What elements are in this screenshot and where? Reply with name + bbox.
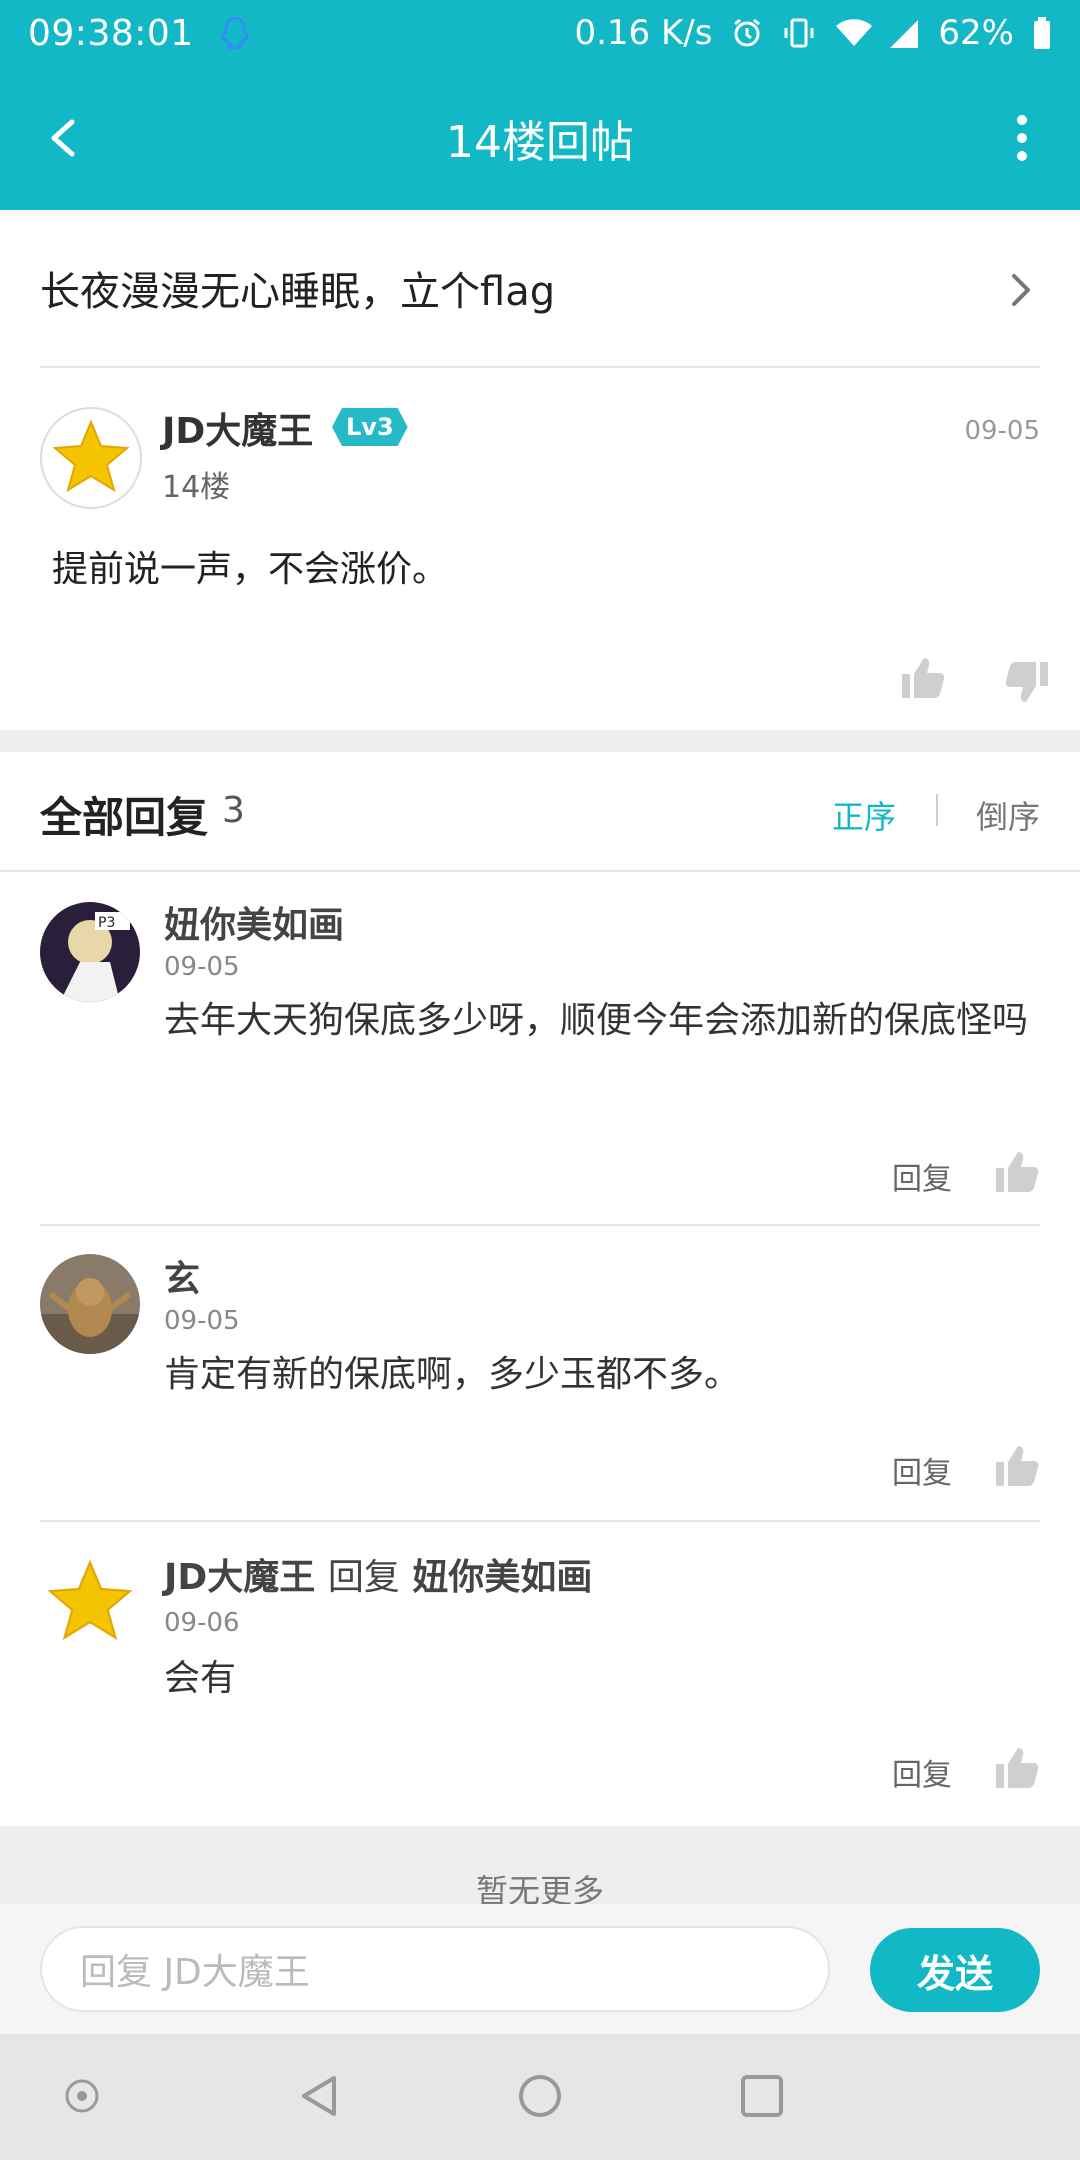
star-icon <box>47 1559 133 1644</box>
avatar[interactable] <box>40 1254 140 1354</box>
post-floor: 14楼 <box>162 470 231 505</box>
thread-title: 长夜漫漫无心睡眠，立个flag <box>40 269 556 315</box>
reply-content: 肯定有新的保底啊，多少玉都不多。 <box>164 1354 741 1395</box>
reply-author-line: JD大魔王 回复 妞你美如画 <box>164 1548 592 1600</box>
avatar[interactable] <box>40 407 142 509</box>
chevron-right-icon <box>1004 270 1036 310</box>
divider <box>0 870 1080 872</box>
signal-icon <box>886 16 920 50</box>
reply-content: 会有 <box>164 1658 237 1699</box>
nav-home-icon[interactable] <box>516 2072 564 2120</box>
reply-button[interactable]: 回复 <box>892 1750 952 1794</box>
back-arrow-icon[interactable] <box>36 110 92 166</box>
section-separator <box>0 730 1080 752</box>
reply-date: 09-06 <box>164 1608 240 1638</box>
reply-button[interactable]: 回复 <box>892 1448 952 1492</box>
nav-recents-icon[interactable] <box>738 2072 786 2120</box>
reply-date: 09-05 <box>164 1306 240 1336</box>
app-header: 14楼回帖 <box>0 66 1080 210</box>
reply-date: 09-05 <box>164 952 240 982</box>
post-author[interactable]: JD大魔王 <box>162 402 313 454</box>
level-badge: Lv3 <box>332 408 408 446</box>
post-content: 提前说一声，不会涨价。 <box>52 549 449 590</box>
more-options-icon[interactable] <box>1008 110 1036 166</box>
alarm-icon <box>730 16 764 50</box>
nav-back-icon[interactable] <box>296 2072 344 2120</box>
replies-count: 3 <box>222 790 245 831</box>
page-title: 14楼回帖 <box>446 117 634 168</box>
reply-target[interactable]: 妞你美如画 <box>412 1557 592 1598</box>
reply-content: 去年大天狗保底多少呀，顺便今年会添加新的保底怪吗 <box>164 1000 1029 1041</box>
qq-notification-icon <box>220 15 250 51</box>
svg-text:P3: P3 <box>98 915 115 931</box>
reply-author[interactable]: 妞你美如画 <box>164 896 344 948</box>
reply-word: 回复 <box>327 1557 400 1598</box>
like-icon[interactable] <box>992 1744 1040 1792</box>
send-button[interactable]: 发送 <box>870 1928 1040 2012</box>
like-icon[interactable] <box>992 1442 1040 1490</box>
reply-author[interactable]: JD大魔王 <box>164 1557 315 1598</box>
battery-icon <box>1032 16 1052 50</box>
sort-descending-tab[interactable]: 倒序 <box>976 792 1040 838</box>
divider <box>40 1520 1040 1522</box>
all-replies-heading: 全部回复 <box>40 793 209 842</box>
avatar[interactable]: P3 <box>40 902 140 1002</box>
vibrate-icon <box>782 16 816 50</box>
reply-button[interactable]: 回复 <box>892 1154 952 1198</box>
avatar[interactable] <box>47 1559 133 1640</box>
assistant-dot-icon[interactable] <box>58 2072 106 2120</box>
dislike-icon[interactable] <box>1004 658 1052 706</box>
reply-author[interactable]: 玄 <box>164 1250 200 1302</box>
like-icon[interactable] <box>898 654 946 702</box>
status-time: 09:38:01 <box>28 12 194 54</box>
wifi-icon <box>834 16 873 50</box>
net-speed: 0.16 K/s <box>574 13 713 53</box>
sort-ascending-tab[interactable]: 正序 <box>832 792 896 838</box>
star-icon <box>52 419 130 496</box>
divider <box>40 366 1040 368</box>
sort-separator <box>936 794 938 826</box>
status-bar: 09:38:01 0.16 K/s 62% <box>0 0 1080 66</box>
post-date: 09-05 <box>964 416 1040 446</box>
battery-percent: 62% <box>938 13 1014 53</box>
like-icon[interactable] <box>992 1148 1040 1196</box>
divider <box>40 1224 1040 1226</box>
reply-input[interactable]: 回复 JD大魔王 <box>40 1926 830 2012</box>
thread-title-link[interactable]: 长夜漫漫无心睡眠，立个flag <box>0 210 1080 366</box>
